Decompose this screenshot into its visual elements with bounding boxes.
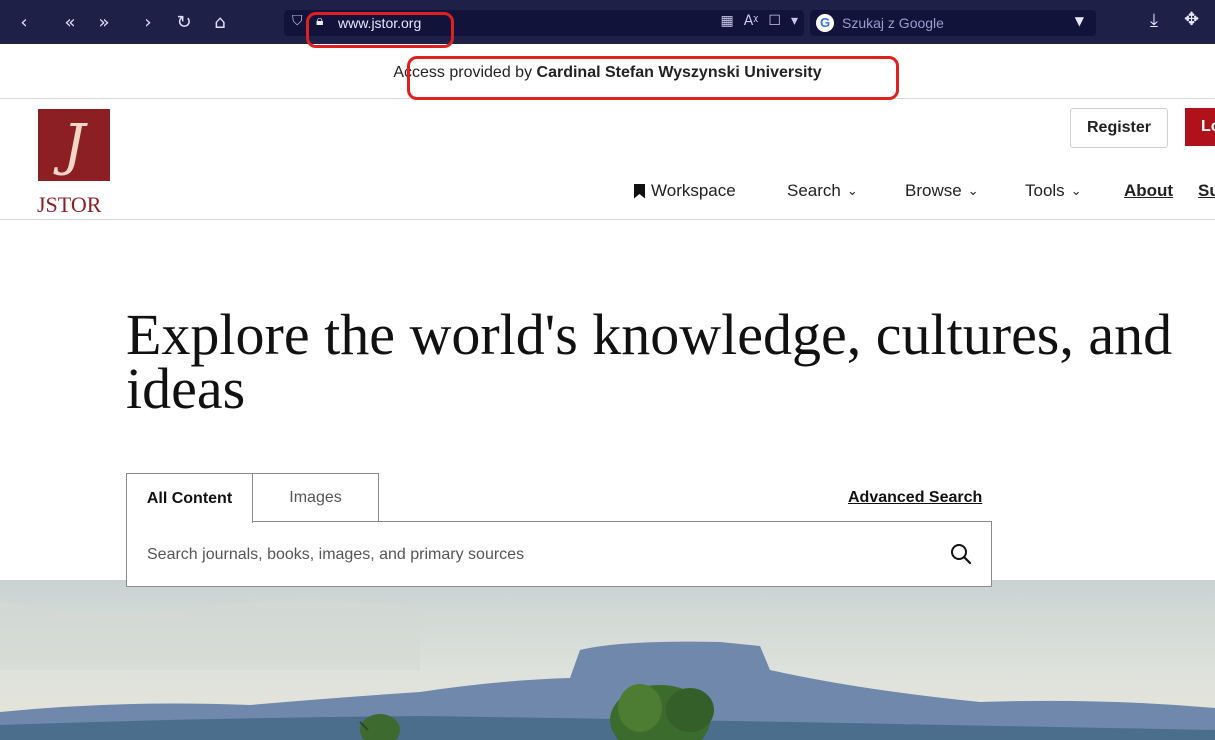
nav-browse-label: Browse [905, 181, 962, 200]
fast-forward-icon[interactable]: » [92, 10, 116, 34]
reload-icon[interactable]: ↻ [172, 10, 196, 34]
hero-title: Explore the world's knowledge, cultures,… [126, 302, 1173, 421]
bookmark-icon [634, 183, 645, 199]
tab-images[interactable]: Images [253, 473, 379, 521]
extensions-icon[interactable]: ✥ [1184, 9, 1199, 30]
nav-browse[interactable]: Browse ⌄ [905, 181, 979, 201]
search-input[interactable] [145, 522, 929, 588]
shield-icon[interactable]: ⛉ [292, 13, 303, 29]
nav-about[interactable]: About [1124, 181, 1173, 201]
translate-icon[interactable]: Aᵡ [744, 13, 759, 29]
tab-all-content[interactable]: All Content [126, 473, 253, 523]
dropdown-caret-icon[interactable]: ▾ [791, 13, 798, 29]
url-highlight [306, 12, 454, 48]
nav-workspace[interactable]: Workspace [634, 181, 736, 201]
forward-icon[interactable]: › [136, 10, 160, 34]
nav-tools-label: Tools [1025, 181, 1065, 200]
google-icon: G [816, 14, 834, 32]
browser-toolbar: ‹ « » › ↻ ⌂ ⛉ 🔒︎ www.jstor.org ▦ Aᵡ ☐ ▾ … [0, 0, 1215, 44]
nav-about-label: About [1124, 181, 1174, 200]
advanced-search-link[interactable]: Advanced Search [848, 489, 982, 507]
chevron-down-icon: ⌄ [967, 183, 979, 199]
search-icon[interactable] [949, 542, 973, 566]
main-nav: Workspace Search ⌄ Browse ⌄ Tools ⌄ Abou… [0, 181, 1215, 205]
access-highlight [407, 56, 899, 100]
login-button[interactable]: Lo [1185, 108, 1215, 146]
bookmark-outline-icon[interactable]: ☐ [768, 13, 781, 29]
rewind-icon[interactable]: « [58, 10, 82, 34]
nav-search[interactable]: Search ⌄ [787, 181, 858, 201]
qr-code-icon[interactable]: ▦ [721, 13, 734, 29]
logo-mark: J [62, 113, 86, 178]
hero-painting [0, 580, 1215, 740]
chevron-down-icon[interactable]: ▼ [1075, 14, 1084, 28]
nav-support[interactable]: Su [1198, 181, 1215, 201]
nav-workspace-label: Workspace [651, 181, 736, 200]
chevron-down-icon: ⌄ [846, 183, 858, 199]
google-search-placeholder[interactable]: Szukaj z Google [842, 15, 944, 31]
search-box [126, 521, 992, 588]
download-icon[interactable]: ⤓ [1150, 10, 1158, 31]
back-icon[interactable]: ‹ [12, 10, 36, 34]
jstor-logo[interactable]: J [38, 109, 110, 181]
register-button[interactable]: Register [1070, 108, 1168, 148]
nav-search-label: Search [787, 181, 841, 200]
chevron-down-icon: ⌄ [1070, 183, 1082, 199]
site-header: J JSTOR Register Lo Workspace Search ⌄ B… [0, 99, 1215, 220]
landscape-painting [0, 580, 1215, 740]
nav-support-label: Su [1198, 181, 1215, 200]
nav-tools[interactable]: Tools ⌄ [1025, 181, 1082, 201]
home-icon[interactable]: ⌂ [208, 10, 232, 34]
google-search-box[interactable]: G Szukaj z Google ▼ [810, 10, 1096, 36]
